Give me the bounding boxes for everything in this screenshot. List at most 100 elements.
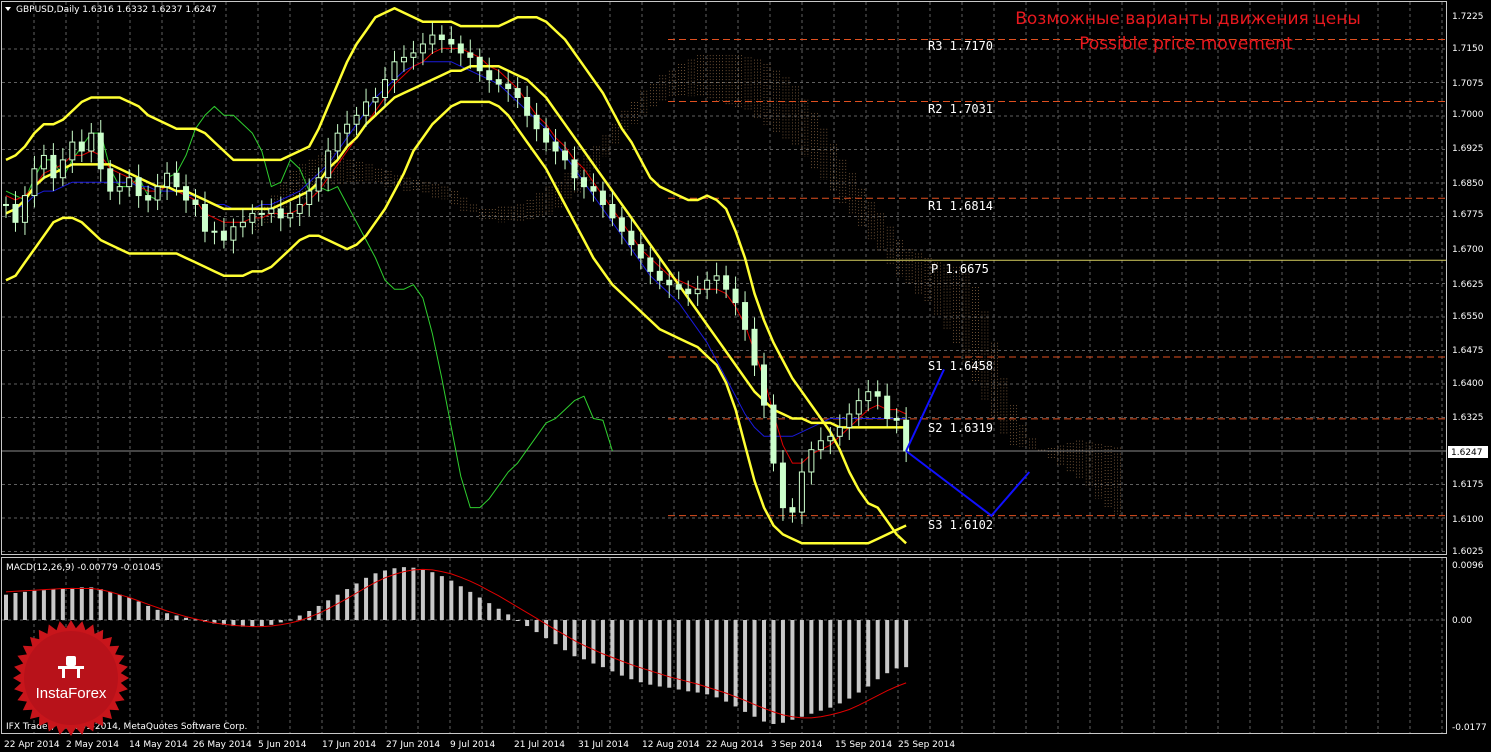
macd-bar: [250, 620, 255, 627]
candle-body: [779, 462, 786, 509]
date-tick: 5 Jun 2014: [258, 740, 307, 750]
candle-body: [12, 203, 19, 223]
macd-bar: [420, 569, 425, 620]
candle-body: [353, 114, 360, 125]
candle-body: [628, 230, 635, 246]
macd-bar: [828, 620, 833, 708]
pivot-s3-label: S3 1.6102: [928, 518, 993, 532]
price-tick: 1.7225: [1452, 12, 1484, 22]
candle-body: [306, 190, 313, 205]
candle-body: [429, 34, 436, 45]
date-tick: 27 Jun 2014: [386, 740, 440, 750]
candle-body: [211, 230, 218, 233]
candle-body: [514, 88, 521, 98]
candle-body: [609, 203, 616, 219]
macd-bar: [648, 620, 653, 685]
logo-text: InstaForex: [36, 685, 107, 702]
candle-body: [438, 34, 445, 41]
candle-body: [135, 177, 142, 197]
price-tick: 1.6550: [1452, 312, 1484, 322]
candle-body: [88, 132, 95, 152]
candle-body: [723, 275, 730, 290]
chart-canvas: GBPUSD,Daily 1.6316 1.6332 1.6237 1.6247…: [0, 0, 1491, 752]
macd-bar: [259, 620, 264, 627]
macd-bar: [610, 620, 615, 672]
price-tick: 1.7000: [1452, 110, 1484, 120]
candle-body: [543, 128, 550, 143]
macd-bar: [544, 620, 549, 639]
price-tick: 1.6325: [1452, 413, 1484, 423]
candle-body: [505, 83, 512, 90]
pivot-r1-label: R1 1.6814: [928, 199, 993, 213]
macd-bar: [174, 615, 179, 620]
pivot-r2-label: R2 1.7031: [928, 102, 993, 116]
candle-body: [562, 150, 569, 161]
macd-bar: [885, 620, 890, 674]
candle-body: [372, 96, 379, 103]
candle-body: [855, 400, 862, 415]
price-tick: 1.6475: [1452, 346, 1484, 356]
macd-bar: [354, 583, 359, 620]
candle-body: [865, 391, 872, 402]
current-price-label: 1.6247: [1451, 448, 1483, 458]
candle-body: [467, 52, 474, 58]
price-tick: 1.6400: [1452, 379, 1484, 389]
candle-body: [419, 43, 426, 54]
macd-bar: [335, 594, 340, 620]
macd-bar: [695, 620, 700, 693]
macd-tick: 0.00: [1452, 616, 1472, 626]
candle-body: [173, 172, 180, 188]
candle-body: [590, 186, 597, 192]
candle-body: [249, 212, 256, 223]
macd-bar: [856, 620, 861, 693]
date-tick: 31 Jul 2014: [578, 740, 629, 750]
macd-bar: [581, 620, 586, 660]
macd-bar: [525, 620, 530, 627]
date-tick: 26 May 2014: [193, 740, 252, 750]
macd-bar: [373, 573, 378, 620]
macd-bar: [79, 587, 84, 620]
date-axis: 22 Apr 2014 2 May 2014 14 May 2014 26 Ma…: [4, 740, 955, 750]
macd-bar: [4, 594, 8, 620]
candle-body: [884, 395, 891, 419]
candle-body: [656, 270, 663, 281]
macd-bar: [278, 620, 283, 623]
price-tick: 1.6700: [1452, 245, 1484, 255]
macd-bar: [771, 620, 776, 724]
candle-body: [836, 426, 843, 437]
macd-bar: [22, 591, 27, 620]
macd-bar: [686, 620, 691, 692]
macd-bar: [307, 611, 312, 620]
macd-bar: [297, 615, 302, 620]
macd-bar: [449, 580, 454, 620]
price-tick: 1.7075: [1452, 79, 1484, 89]
candle-body: [808, 449, 815, 473]
price-tick: 1.6850: [1452, 179, 1484, 189]
macd-bar: [32, 590, 37, 620]
macd-bar: [762, 620, 766, 722]
macd-bar: [619, 620, 624, 676]
macd-bar: [752, 620, 757, 717]
macd-bar: [743, 620, 748, 712]
candle-body: [107, 168, 114, 192]
macd-label: MACD(12,26,9) -0.00779 -0.01045: [6, 563, 161, 573]
candle-body: [116, 186, 123, 192]
macd-bar: [411, 567, 416, 620]
candle-body: [476, 56, 483, 72]
macd-bar: [600, 620, 605, 668]
candle-body: [50, 154, 57, 179]
candle-body: [126, 177, 133, 188]
macd-bar: [799, 620, 804, 717]
macd-bar: [60, 588, 65, 620]
date-tick: 12 Aug 2014: [642, 740, 700, 750]
candle-body: [97, 132, 104, 170]
macd-bar: [184, 617, 189, 620]
date-tick: 21 Jul 2014: [514, 740, 565, 750]
macd-bar: [41, 590, 46, 620]
macd-bar: [13, 593, 18, 620]
macd-bar: [477, 597, 482, 620]
candle-body: [742, 302, 749, 330]
candle-body: [647, 257, 654, 272]
macd-bar: [269, 620, 274, 625]
macd-bar: [458, 586, 463, 620]
